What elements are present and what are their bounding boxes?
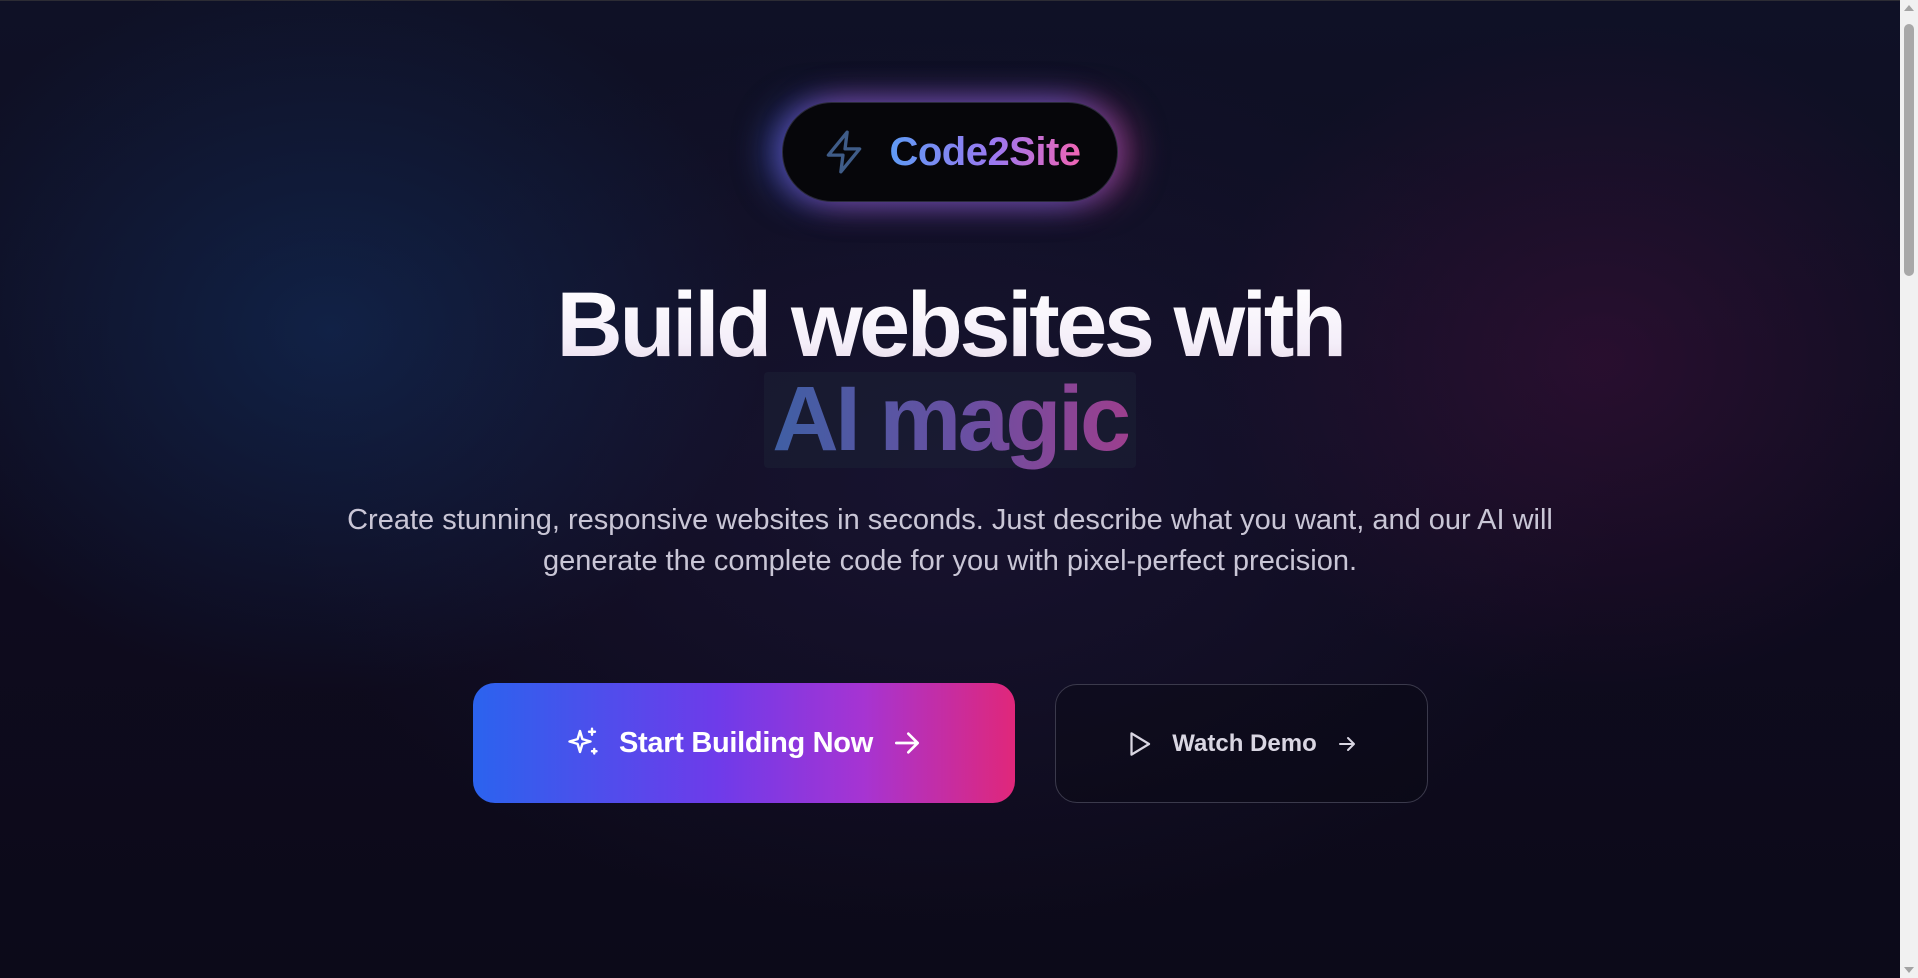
landing-page: Code2Site Build websites with AI magic C… <box>0 0 1900 978</box>
headline-line-1: Build websites with <box>556 274 1347 376</box>
scroll-up-arrow-icon[interactable] <box>1904 5 1914 11</box>
arrow-right-icon <box>1338 736 1355 751</box>
brand-logo[interactable]: Code2Site <box>782 102 1118 202</box>
sparkles-icon <box>568 727 598 755</box>
watch-demo-label: Watch Demo <box>1172 729 1317 757</box>
vertical-scrollbar[interactable] <box>1900 0 1918 978</box>
window-top-border <box>0 0 1900 1</box>
start-building-button[interactable]: Start Building Now <box>473 683 1015 803</box>
scrollbar-thumb[interactable] <box>1904 24 1914 276</box>
lightning-bolt-icon <box>827 130 862 174</box>
start-building-label: Start Building Now <box>619 726 873 759</box>
headline-line-2: AI magic <box>772 368 1131 470</box>
hero-headline: Build websites with AI magic <box>0 274 1900 468</box>
scroll-down-arrow-icon[interactable] <box>1904 967 1914 973</box>
watch-demo-button[interactable]: Watch Demo <box>1055 684 1428 803</box>
play-icon <box>1130 731 1151 756</box>
brand-name: Code2Site <box>889 129 1081 174</box>
arrow-right-icon <box>894 732 919 754</box>
headline-highlight: AI magic <box>764 372 1136 468</box>
hero-subtitle: Create stunning, responsive websites in … <box>347 504 1553 577</box>
